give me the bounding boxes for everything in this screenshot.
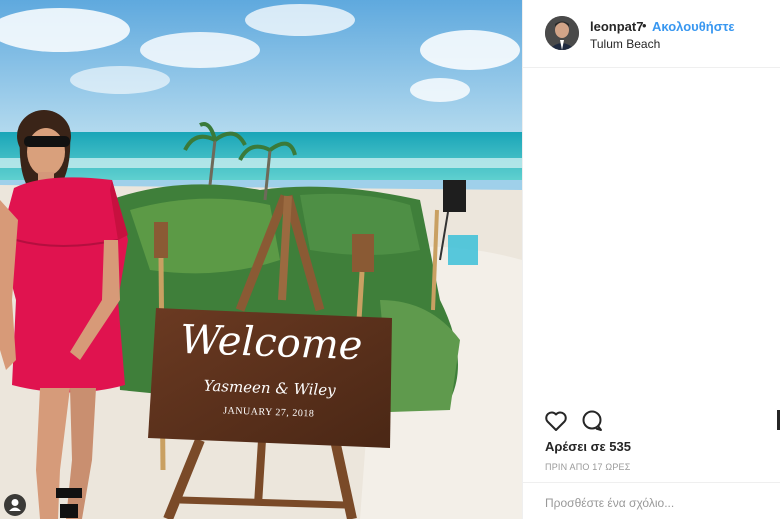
location-link[interactable]: Tulum Beach xyxy=(590,37,660,51)
post-side-panel: leonpat7 • Ακολουθήστε Tulum Beach Αρέσε… xyxy=(522,0,780,519)
beach-photo xyxy=(0,0,522,519)
post-header: leonpat7 • Ακολουθήστε Tulum Beach xyxy=(523,0,780,68)
sign-names-text: Yasmeen & Wiley xyxy=(203,376,336,400)
sign-welcome-text: Welcome xyxy=(179,316,364,370)
comment-form xyxy=(523,482,780,519)
comment-icon[interactable] xyxy=(579,408,605,434)
user-tag-icon[interactable] xyxy=(4,494,26,516)
likes-count[interactable]: Αρέσει σε 535 xyxy=(545,439,631,454)
post-timestamp: ΠΡΙΝ ΑΠΟ 17 ΩΡΕΣ xyxy=(545,462,631,472)
separator-dot: • xyxy=(642,18,647,33)
sign-date-text: JANUARY 27, 2018 xyxy=(222,405,315,420)
post-photo[interactable]: Welcome Yasmeen & Wiley JANUARY 27, 2018 xyxy=(0,0,522,519)
follow-button[interactable]: Ακολουθήστε xyxy=(652,19,735,34)
welcome-sign: Welcome Yasmeen & Wiley JANUARY 27, 2018 xyxy=(148,311,392,444)
heart-icon[interactable] xyxy=(543,408,569,434)
avatar[interactable] xyxy=(545,16,579,50)
comment-input[interactable] xyxy=(545,496,765,510)
username-link[interactable]: leonpat7 xyxy=(590,19,643,34)
